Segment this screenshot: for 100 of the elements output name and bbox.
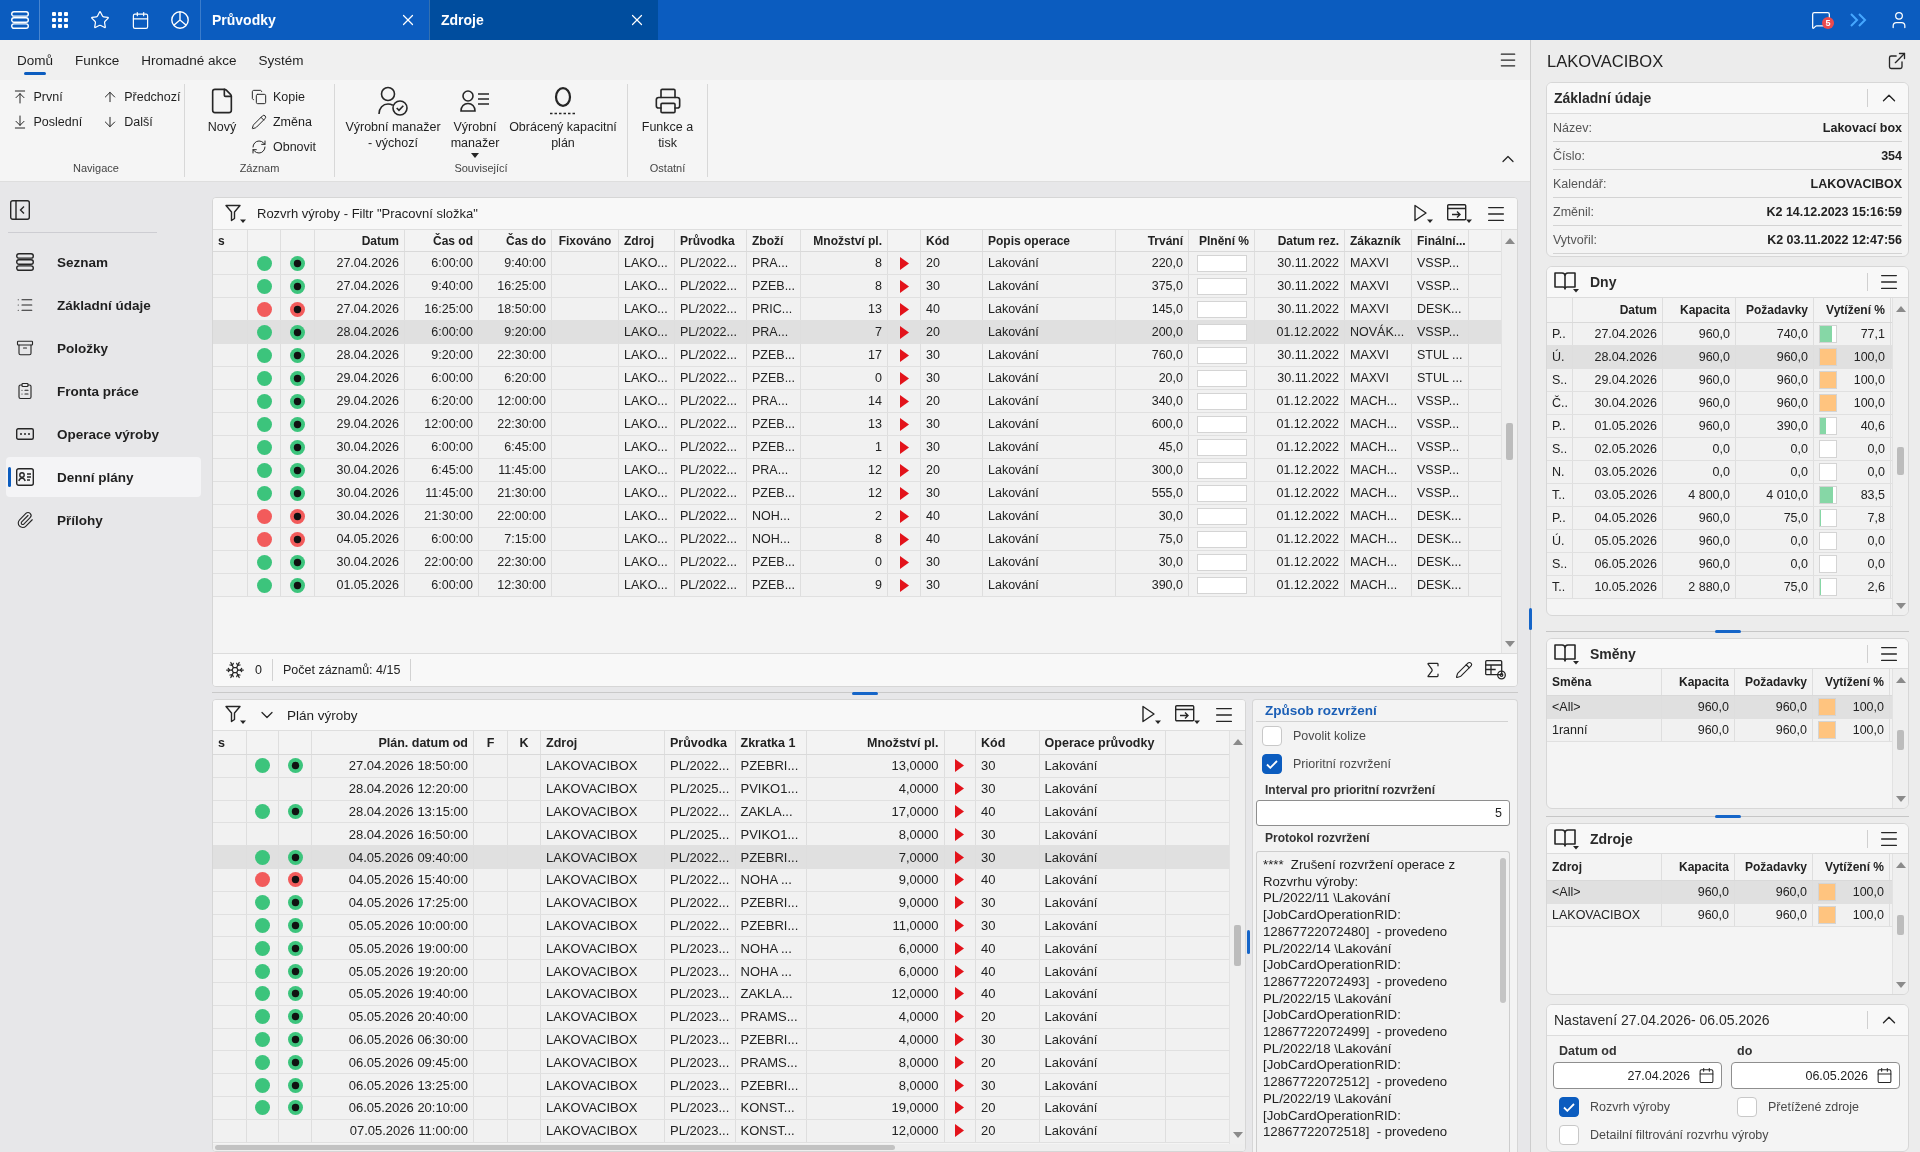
ribbon-button[interactable]: Obnovit [248, 137, 319, 157]
scrollbar-thumb[interactable] [1500, 858, 1506, 1003]
table-row[interactable]: 06.05.2026 09:45:00 LAKOVACIBOX PL/2023... PRAMS... 8,0000 20 Lakování [213, 1051, 1229, 1075]
column-header[interactable]: Finální... [1412, 230, 1469, 251]
table-row[interactable]: 30.04.2026 21:30:00 22:00:00 LAKO... PL/2022... NOH... 2 40 Lakování 30,0 01.12.2022 MACH... DESK... [213, 505, 1501, 528]
column-header[interactable]: Požadavky [1735, 854, 1813, 880]
column-header[interactable]: Směna [1547, 669, 1662, 695]
calendar-icon[interactable] [1876, 1067, 1893, 1084]
column-header[interactable]: Datum [315, 230, 405, 251]
table-row[interactable]: S.. 02.05.2026 0,0 0,0 0,0 [1547, 438, 1892, 461]
scroll-up-icon[interactable] [1896, 306, 1906, 312]
play-icon[interactable] [1141, 705, 1163, 725]
input-field[interactable]: 5 [1256, 800, 1510, 826]
log-field[interactable] [1256, 851, 1510, 1152]
table-row[interactable]: LAKOVACIBOX 960,0 960,0 100,0 [1547, 904, 1892, 927]
scroll-down-icon[interactable] [1896, 982, 1906, 988]
column-header[interactable]: Průvodka [675, 230, 747, 251]
book-icon[interactable] [1554, 827, 1580, 850]
table-row[interactable]: 1ranní 960,0 960,0 100,0 [1547, 719, 1892, 742]
splitter-handle[interactable] [1714, 815, 1741, 818]
table-row[interactable]: 27.04.2026 18:50:00 LAKOVACIBOX PL/2022... PZEBRI... 13,0000 30 Lakování [213, 755, 1229, 778]
column-header[interactable]: Množství pl. [801, 230, 888, 251]
ribbon-button[interactable]: Poslední [9, 112, 85, 132]
column-header[interactable]: Požadavky [1735, 669, 1813, 695]
scrollbar-thumb[interactable] [1234, 925, 1241, 966]
table-row[interactable]: 05.05.2026 19:00:00 LAKOVACIBOX PL/2023... NOHA ... 6,0000 40 Lakování [213, 937, 1229, 961]
ribbon-tab[interactable]: Domů [8, 40, 62, 80]
column-header[interactable]: K [508, 731, 541, 754]
ribbon-button[interactable]: První [9, 87, 85, 107]
ribbon-tab[interactable]: Hromadné akce [132, 40, 246, 80]
scrollbar[interactable] [1501, 230, 1517, 653]
column-header[interactable]: Vytížení % [1813, 669, 1890, 695]
pie-chart-icon[interactable] [171, 11, 189, 29]
checkbox[interactable] [1559, 1097, 1579, 1117]
table-row[interactable]: Ú. 28.04.2026 960,0 960,0 100,0 [1547, 346, 1892, 369]
column-header[interactable]: Plnění % [1189, 230, 1255, 251]
scrollbar-thumb[interactable] [1897, 447, 1904, 475]
column-header[interactable]: Čas do [479, 230, 552, 251]
scroll-up-icon[interactable] [1896, 862, 1906, 868]
table-row[interactable]: 28.04.2026 16:50:00 LAKOVACIBOX PL/2025... PVIKO1... 8,0000 30 Lakování [213, 823, 1229, 847]
checkbox[interactable] [1262, 754, 1282, 774]
table-row[interactable]: 05.05.2026 10:00:00 LAKOVACIBOX PL/2022... PZEBRI... 11,0000 30 Lakování [213, 914, 1229, 938]
column-header[interactable]: s [213, 230, 248, 251]
table-row[interactable]: P.. 04.05.2026 960,0 75,0 7,8 [1547, 507, 1892, 530]
table-row[interactable]: 30.04.2026 6:45:00 11:45:00 LAKO... PL/2022... PRA... 12 20 Lakování 300,0 01.12.2022 MACH... VSSP... [213, 459, 1501, 482]
column-header[interactable]: Požadavky [1736, 298, 1814, 322]
column-header[interactable]: Kapacita [1662, 854, 1735, 880]
column-header[interactable]: Množství pl. [806, 731, 945, 754]
column-header[interactable]: Kód [976, 731, 1040, 754]
table-row[interactable]: 06.05.2026 13:25:00 LAKOVACIBOX PL/2023... PZEBRI... 8,0000 30 Lakování [213, 1074, 1229, 1097]
scrollbar-thumb[interactable] [215, 1145, 895, 1150]
book-icon[interactable] [1554, 271, 1580, 293]
sidebar-item[interactable]: Fronta práce [6, 371, 201, 411]
sidebar-item[interactable]: Základní údaje [6, 285, 201, 325]
ribbon-button[interactable]: Změna [248, 112, 319, 132]
ribbon-button[interactable]: Funkce a tisk [636, 84, 699, 151]
column-header[interactable]: F [474, 731, 508, 754]
date-field[interactable]: 06.05.2026 [1731, 1062, 1900, 1089]
ribbon-tab[interactable]: Funkce [66, 40, 129, 80]
column-header[interactable]: Kapacita [1662, 669, 1735, 695]
ribbon-button[interactable]: Výrobní manažer - výchozí [343, 84, 443, 151]
sidebar-item[interactable]: Operace výroby [6, 414, 201, 454]
column-header[interactable]: Popis operace [983, 230, 1116, 251]
table-row[interactable]: 01.05.2026 6:00:00 12:30:00 LAKO... PL/2022... PZEB... 9 30 Lakování 390,0 01.12.2022 MACH... DESK... [213, 574, 1501, 597]
table-row[interactable]: T.. 10.05.2026 2 880,0 75,0 2,6 [1547, 576, 1892, 599]
scroll-up-icon[interactable] [1233, 739, 1243, 745]
column-header[interactable]: Zdroj [619, 230, 675, 251]
table-row[interactable]: 04.05.2026 15:40:00 LAKOVACIBOX PL/2022... NOHA ... 9,0000 40 Lakování [213, 869, 1229, 892]
scroll-down-icon[interactable] [1505, 641, 1515, 647]
column-header[interactable]: Zákazník [1345, 230, 1412, 251]
table-row[interactable]: 29.04.2026 6:20:00 12:00:00 LAKO... PL/2022... PRA... 14 20 Lakování 340,0 01.12.2022 MACH... VSSP... [213, 390, 1501, 413]
table-row[interactable]: 04.05.2026 17:25:00 LAKOVACIBOX PL/2022... PZEBRI... 9,0000 30 Lakování [213, 891, 1229, 915]
column-header[interactable]: Fixováno [552, 230, 619, 251]
table-row[interactable]: Ú. 05.05.2026 960,0 0,0 0,0 [1547, 530, 1892, 553]
table-row[interactable]: 28.04.2026 6:00:00 9:20:00 LAKO... PL/2022... PRA... 7 20 Lakování 200,0 01.12.2022 NOVÁK... VSSP... [213, 321, 1501, 344]
scroll-down-icon[interactable] [1896, 796, 1906, 802]
menu-icon[interactable] [10, 11, 29, 29]
sidebar-item[interactable]: Seznam [6, 242, 201, 282]
splitter-handle[interactable] [1529, 608, 1532, 630]
column-header[interactable]: Datum [1573, 298, 1663, 322]
pencil-icon[interactable] [1455, 661, 1473, 679]
filter-icon[interactable] [225, 705, 247, 725]
table-row[interactable]: 27.04.2026 9:40:00 16:25:00 LAKO... PL/2022... PZEB... 8 30 Lakování 375,0 30.11.2022 MAXVI VSSP... [213, 275, 1501, 298]
column-header[interactable]: Čas od [405, 230, 479, 251]
table-row[interactable]: 30.04.2026 6:00:00 6:45:00 LAKO... PL/2022... PZEB... 1 30 Lakování 45,0 01.12.2022 MACH... VSSP... [213, 436, 1501, 459]
table-row[interactable]: 05.05.2026 19:20:00 LAKOVACIBOX PL/2023... NOHA ... 6,0000 40 Lakování [213, 960, 1229, 983]
scrollbar[interactable] [213, 1144, 1245, 1151]
table-settings-icon[interactable] [1485, 660, 1507, 680]
scroll-down-icon[interactable] [1233, 1132, 1243, 1138]
scrollbar-thumb[interactable] [1897, 730, 1904, 750]
scrollbar[interactable] [1892, 669, 1908, 808]
column-header[interactable]: Operace průvodky [1039, 731, 1166, 754]
table-row[interactable]: 05.05.2026 20:40:00 LAKOVACIBOX PL/2023... PRAMS... 4,0000 20 Lakování [213, 1005, 1229, 1029]
column-header[interactable]: Vytížení % [1814, 298, 1891, 322]
window-icon[interactable] [1447, 203, 1473, 224]
table-row[interactable]: T.. 03.05.2026 4 800,0 4 010,0 83,5 [1547, 484, 1892, 507]
table-row[interactable]: S.. 06.05.2026 960,0 0,0 0,0 [1547, 553, 1892, 576]
splitter-handle[interactable] [1714, 630, 1741, 633]
calendar-icon[interactable] [130, 10, 150, 30]
sidebar-item[interactable]: Přílohy [6, 500, 201, 540]
